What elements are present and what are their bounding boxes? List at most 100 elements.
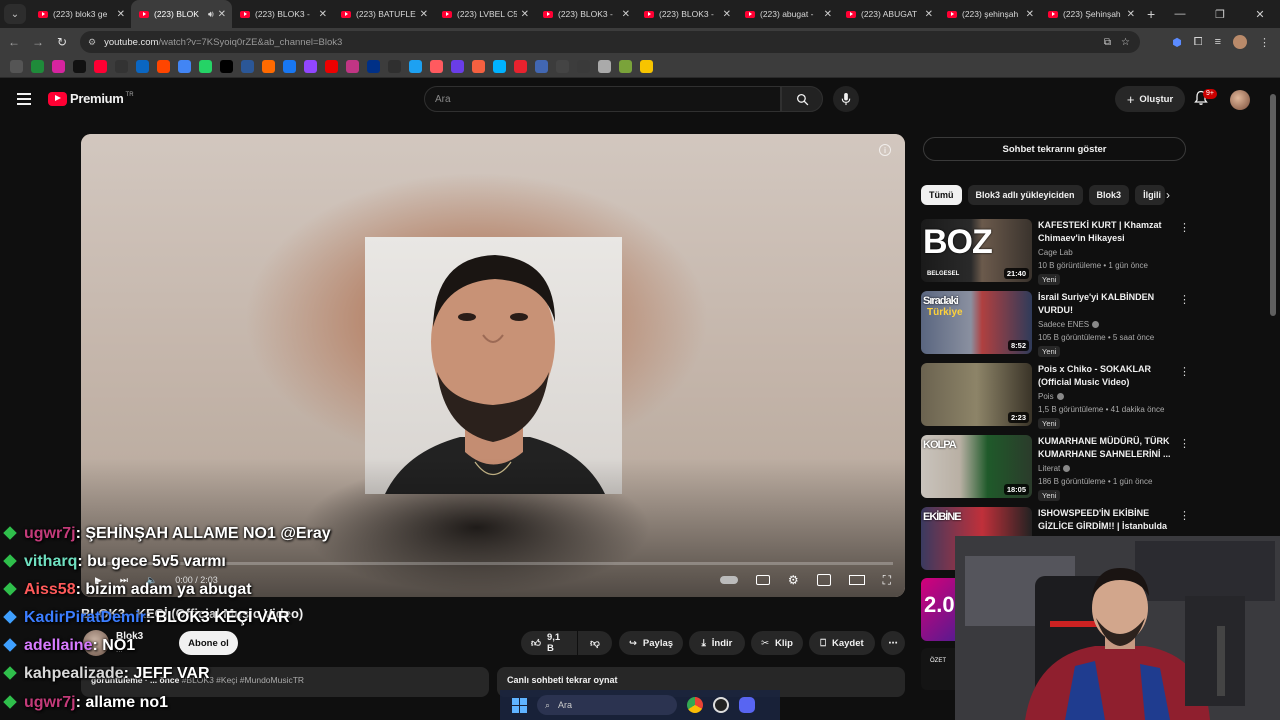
bookmark-favicon-icon[interactable] [304, 60, 317, 73]
bookmark-favicon-icon[interactable] [115, 60, 128, 73]
tab-search-menu-icon[interactable]: ⌄ [4, 4, 26, 24]
extension-icon[interactable]: ⬢ [1172, 36, 1182, 49]
browser-menu-icon[interactable]: ⋮ [1259, 36, 1270, 49]
search-button[interactable] [781, 86, 823, 112]
youtube-premium-logo[interactable]: Premium TR [48, 91, 134, 106]
bookmark-favicon-icon[interactable] [73, 60, 86, 73]
bookmark-favicon-icon[interactable] [52, 60, 65, 73]
bookmark-favicon-icon[interactable] [178, 60, 191, 73]
bookmark-favicon-icon[interactable] [10, 60, 23, 73]
browser-tab[interactable]: (223) blok3 ge ✕ [30, 0, 131, 28]
reading-list-icon[interactable]: ≡ [1215, 36, 1221, 48]
bookmark-star-icon[interactable]: ☆ [1121, 37, 1130, 48]
restore-icon[interactable]: ❐ [1200, 8, 1240, 21]
back-icon[interactable]: ← [2, 35, 26, 49]
browser-tab[interactable]: (223) şehinşah ✕ [939, 0, 1040, 28]
bookmark-favicon-icon[interactable] [31, 60, 44, 73]
save-button[interactable]: ⎕ Kaydet [809, 631, 875, 655]
voice-search-button[interactable] [833, 86, 859, 112]
browser-tab[interactable]: (223) BLOK3 - ✕ [232, 0, 333, 28]
browser-tab[interactable]: (223) abugat - ✕ [737, 0, 838, 28]
bookmark-favicon-icon[interactable] [640, 60, 653, 73]
bookmark-favicon-icon[interactable] [283, 60, 296, 73]
tab-close-icon[interactable]: ✕ [723, 9, 731, 20]
tab-close-icon[interactable]: ✕ [117, 9, 125, 20]
browser-tab[interactable]: (223) BLOK3 - ✕ [636, 0, 737, 28]
taskbar-search[interactable]: ⌕ Ara [537, 695, 677, 715]
tab-close-icon[interactable]: ✕ [622, 9, 630, 20]
bookmark-favicon-icon[interactable] [409, 60, 422, 73]
browser-tab[interactable]: (223) LVBEL C5 ✕ [434, 0, 535, 28]
bookmark-favicon-icon[interactable] [325, 60, 338, 73]
tab-close-icon[interactable]: ✕ [925, 9, 933, 20]
bookmark-favicon-icon[interactable] [472, 60, 485, 73]
account-avatar[interactable] [1230, 90, 1250, 110]
tab-close-icon[interactable]: ✕ [1127, 9, 1135, 20]
more-vertical-icon[interactable]: ⋮ [1179, 365, 1190, 378]
bookmark-favicon-icon[interactable] [94, 60, 107, 73]
autoplay-toggle[interactable] [719, 576, 738, 584]
bookmark-favicon-icon[interactable] [535, 60, 548, 73]
settings-gear-icon[interactable]: ⚙ [788, 573, 799, 587]
windows-start-icon[interactable] [512, 697, 527, 713]
obs-icon[interactable] [713, 697, 729, 713]
fullscreen-icon[interactable]: ⛶ [883, 573, 891, 588]
recommendation-channel[interactable]: Sadece ENES [1038, 320, 1100, 329]
subtitles-icon[interactable] [755, 575, 770, 585]
video-thumbnail[interactable]: KOLPA 18:05 [921, 435, 1032, 498]
recommendation-channel[interactable]: Pois [1038, 392, 1064, 401]
recommendation-item[interactable]: BOZ BELGESEL 21:40 KAFESTEKİ KURT | Khamzat… [921, 219, 1190, 285]
video-thumbnail[interactable]: Sıradaki Türkiye 8:52 [921, 291, 1032, 354]
tab-close-icon[interactable]: ✕ [319, 9, 327, 20]
browser-profile-avatar[interactable] [1233, 35, 1247, 49]
theater-mode-icon[interactable] [848, 575, 865, 585]
recommendation-title[interactable]: Pois x Chiko - SOKAKLAR (Official Music … [1038, 363, 1176, 389]
bookmark-favicon-icon[interactable] [430, 60, 443, 73]
bookmark-favicon-icon[interactable] [556, 60, 569, 73]
tab-close-icon[interactable]: ✕ [218, 9, 226, 20]
forward-icon[interactable]: → [26, 35, 50, 49]
more-actions-button[interactable]: ⋯ [881, 631, 905, 655]
scrollbar[interactable] [1270, 94, 1276, 316]
partial-recommendation-thumb-1[interactable]: 2.0 [921, 578, 955, 641]
extensions-puzzle-icon[interactable]: ⧠ [1194, 36, 1203, 49]
show-chat-replay-button[interactable]: Sohbet tekrarını göster [923, 137, 1186, 161]
bookmark-favicon-icon[interactable] [493, 60, 506, 73]
browser-tab[interactable]: (223) BLOK3 - ✕ [535, 0, 636, 28]
chrome-icon[interactable] [687, 697, 703, 713]
bookmark-favicon-icon[interactable] [199, 60, 212, 73]
bookmark-favicon-icon[interactable] [598, 60, 611, 73]
new-tab-button[interactable]: + [1147, 6, 1155, 22]
bookmark-favicon-icon[interactable] [241, 60, 254, 73]
recommendation-channel[interactable]: Literat [1038, 464, 1071, 473]
tab-close-icon[interactable]: ✕ [824, 9, 832, 20]
search-input[interactable]: Ara [424, 86, 781, 112]
miniplayer-icon[interactable] [816, 574, 831, 586]
video-thumbnail[interactable]: BOZ BELGESEL 21:40 [921, 219, 1032, 282]
clip-button[interactable]: ✂ Klip [751, 631, 803, 655]
create-button[interactable]: + Oluştur [1115, 86, 1185, 112]
bookmark-favicon-icon[interactable] [367, 60, 380, 73]
bookmark-favicon-icon[interactable] [577, 60, 590, 73]
tab-audio-icon[interactable]: 🔊︎ [208, 9, 214, 20]
filter-chip[interactable]: Blok3 [1088, 185, 1130, 205]
site-info-icon[interactable]: ⚙ [88, 37, 96, 48]
menu-icon[interactable] [17, 93, 31, 105]
recommendation-title[interactable]: İsrail Suriye'yi KALBİNDEN VURDU! [1038, 291, 1176, 317]
discord-icon[interactable] [739, 697, 755, 713]
tab-close-icon[interactable]: ✕ [521, 9, 529, 20]
recommendation-item[interactable]: KOLPA 18:05 KUMARHANE MÜDÜRÜ, TÜRK KUMARHA… [921, 435, 1190, 501]
recommendation-title[interactable]: KAFESTEKİ KURT | Khamzat Chimaev'in Hika… [1038, 219, 1176, 245]
share-button[interactable]: ↪ Paylaş [619, 631, 683, 655]
reload-icon[interactable]: ↻ [50, 35, 74, 49]
more-vertical-icon[interactable]: ⋮ [1179, 437, 1190, 450]
video-thumbnail[interactable]: 2:23 [921, 363, 1032, 426]
address-bar[interactable]: ⚙ youtube.com/watch?v=7KSyoiq0rZE&ab_cha… [80, 31, 1140, 53]
filter-chip[interactable]: İlgili [1135, 185, 1166, 205]
more-vertical-icon[interactable]: ⋮ [1179, 293, 1190, 306]
bookmark-favicon-icon[interactable] [514, 60, 527, 73]
filter-chip[interactable]: Tümü [921, 185, 962, 205]
subscribe-button[interactable]: Abone ol [179, 631, 238, 655]
recommendation-item[interactable]: 2:23 Pois x Chiko - SOKAKLAR (Official Mu… [921, 363, 1190, 429]
recommendation-channel[interactable]: Cage Lab [1038, 248, 1073, 257]
